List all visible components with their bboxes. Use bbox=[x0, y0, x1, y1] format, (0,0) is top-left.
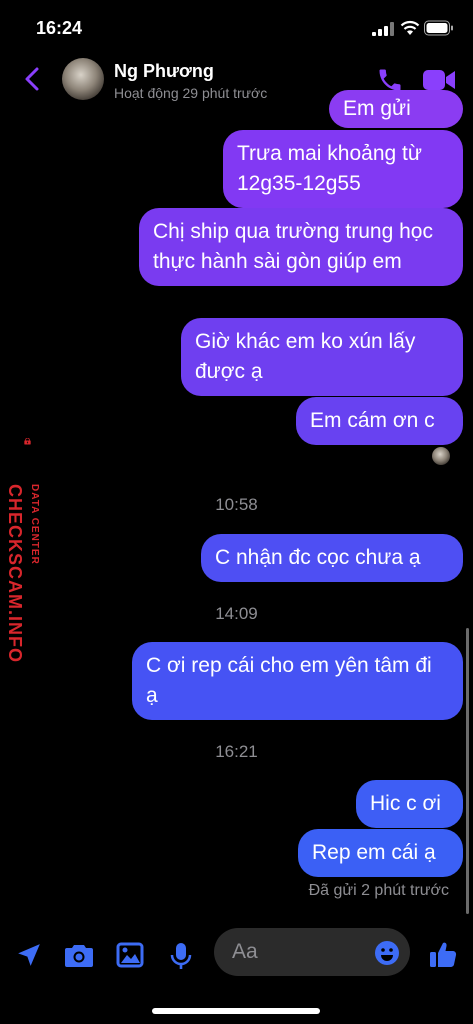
message-thread[interactable]: Em gửi nha Trưa mai khoảng từ 12g35-12g5… bbox=[0, 90, 473, 916]
lock-logo-icon bbox=[24, 438, 31, 445]
scrollbar[interactable] bbox=[466, 628, 469, 914]
message-bubble[interactable]: Giờ khác em ko xún lấy được ạ bbox=[181, 318, 463, 396]
camera-icon[interactable] bbox=[64, 942, 94, 968]
watermark-tagline: DATA CENTER bbox=[29, 484, 40, 565]
message-input-placeholder: Aa bbox=[232, 940, 258, 963]
back-chevron-icon[interactable] bbox=[22, 66, 42, 92]
timestamp: 16:21 bbox=[215, 742, 258, 761]
microphone-icon[interactable] bbox=[170, 942, 192, 970]
message-bubble[interactable]: Em gửi nha bbox=[329, 90, 463, 158]
message-bubble[interactable]: Rep em cái ạ bbox=[298, 829, 463, 877]
like-thumbs-up-icon[interactable] bbox=[428, 940, 458, 970]
message-bubble[interactable]: Chị ship qua trường trung học thực hành … bbox=[139, 208, 463, 286]
message-bubble[interactable]: Hic c ơi bbox=[356, 780, 463, 828]
timestamp: 10:58 bbox=[215, 495, 258, 514]
message-bubble[interactable]: Trưa mai khoảng từ 12g35-12g55 bbox=[223, 130, 463, 208]
contact-avatar[interactable] bbox=[62, 58, 104, 100]
seen-receipt-avatar bbox=[432, 447, 450, 465]
wifi-icon bbox=[400, 20, 420, 35]
video-call-icon[interactable] bbox=[422, 68, 456, 92]
watermark-site: CHECKSCAM.INFO bbox=[5, 484, 25, 663]
sent-status: Đã gửi 2 phút trước bbox=[308, 882, 449, 899]
message-bubble[interactable]: Em cám ơn c bbox=[296, 397, 463, 445]
send-location-icon[interactable] bbox=[16, 942, 42, 968]
message-bubble[interactable]: C ơi rep cái cho em yên tâm đi ạ bbox=[132, 642, 463, 720]
message-input[interactable]: Aa bbox=[214, 928, 410, 976]
message-bubble[interactable]: C nhận đc cọc chưa ạ bbox=[201, 534, 463, 582]
gallery-icon[interactable] bbox=[116, 942, 144, 968]
composer-bar: Aa bbox=[0, 920, 473, 990]
status-time: 16:24 bbox=[36, 18, 83, 38]
contact-name[interactable]: Ng Phương bbox=[114, 61, 214, 82]
status-bar: 16:24 bbox=[0, 0, 473, 50]
timestamp: 14:09 bbox=[215, 604, 258, 623]
emoji-icon[interactable] bbox=[374, 940, 400, 966]
battery-icon bbox=[424, 20, 453, 36]
contact-active-status: Hoạt động 29 phút trước bbox=[114, 85, 268, 101]
cellular-signal-icon bbox=[372, 22, 394, 36]
home-indicator bbox=[152, 1008, 320, 1014]
